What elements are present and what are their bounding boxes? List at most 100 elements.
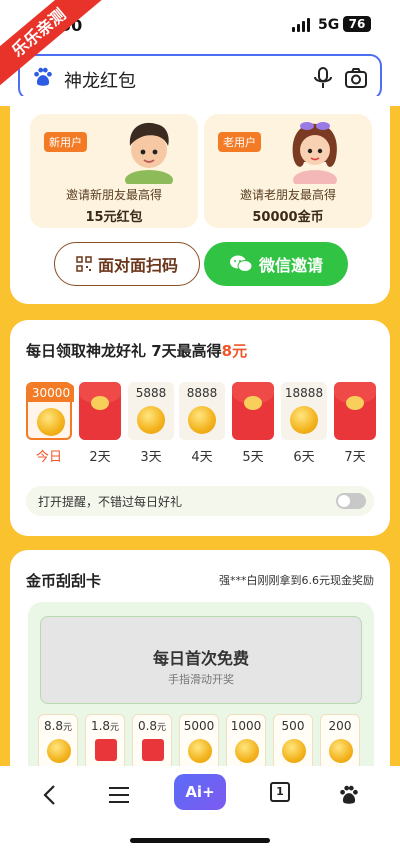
prize-list: 8.8元 1.8元 0.8元 5000 1000 500 200 [38,714,368,774]
day-tile[interactable]: 30000 今日 [26,382,74,472]
boy-avatar-image [125,122,173,184]
day-label: 3天 [140,450,162,465]
network-label: 5G [318,17,340,33]
gold-coin-icon [282,739,306,763]
red-envelope-icon [334,382,376,440]
day-tile[interactable]: 2天 [77,382,123,472]
old-user-desc: 邀请老朋友最高得 [239,188,336,202]
scratch-card-section: 金币刮刮卡 强***白刚刚拿到6.6元现金奖励 每日首次免费 手指滑动开奖 8.… [10,550,390,790]
day-label: 4天 [191,450,213,465]
daily-gift-highlight: 8元 [221,342,248,360]
day-tile[interactable]: 5天 [230,382,276,472]
prize-item: 5000 [179,714,219,770]
bottom-toolbar: Ai+ 1 [0,766,400,850]
scratch-card-title: 每日首次免费 [152,649,249,668]
prize-amount: 500 [281,719,305,733]
scan-button-label: 面对面扫码 [97,256,178,275]
day-label: 6天 [293,450,315,465]
winner-notice: 强***白刚刚拿到6.6元现金奖励 [219,574,374,587]
new-user-desc: 邀请新朋友最高得 [65,188,162,202]
gold-coin-icon [235,739,259,763]
day-tile[interactable]: 7天 [332,382,378,472]
battery-icon: 76 [343,16,371,32]
ai-assistant-button[interactable]: Ai+ [174,774,226,810]
baidu-paw-icon [34,67,52,86]
prize-amount: 1.8 [90,719,111,733]
day-label: 今日 [35,450,62,465]
prize-item: 0.8元 [132,714,172,770]
day-tile[interactable]: 5888 3天 [128,382,174,472]
prize-value: 8.8元 [39,719,77,733]
microphone-icon[interactable] [312,66,334,90]
gold-coin-icon [37,408,65,436]
wechat-icon [229,255,253,272]
face-to-face-scan-button[interactable]: 面对面扫码 [54,242,200,286]
old-user-card[interactable]: 老用户 邀请老朋友最高得 50000金币 [204,114,372,228]
daily-gift-title: 每日领取神龙好礼 7天最高得8元 [26,342,248,360]
wechat-button-label: 微信邀请 [258,256,323,275]
day-box: 8888 [179,382,225,440]
chevron-left-icon [43,785,55,805]
day-label: 5天 [242,450,264,465]
menu-button[interactable] [104,780,134,810]
camera-icon[interactable] [344,66,368,90]
prize-unit: 元 [63,723,73,733]
scratch-card-hint: 手指滑动开奖 [168,673,234,686]
prize-value: 1.8元 [86,719,124,733]
prize-amount: 1000 [230,719,262,733]
gold-coin-icon [188,739,212,763]
red-envelope-icon [79,382,121,440]
reminder-label: 打开提醒，不错过每日好礼 [38,495,183,509]
day-label: 2天 [89,450,111,465]
prize-unit: 元 [157,723,167,733]
search-query: 神龙红包 [64,71,136,92]
back-button[interactable] [34,780,64,810]
daily-gift-card: 每日领取神龙好礼 7天最高得8元 30000 今日 2天 5888 3天 8888 4天 5天… [10,320,390,536]
menu-icon [109,787,129,803]
prize-amount: 5000 [183,719,215,733]
day-amount: 5888 [135,386,167,400]
baidu-home-button[interactable] [334,780,364,810]
reminder-toggle[interactable] [336,493,366,509]
prize-amount: 200 [328,719,352,733]
day-box: 18888 [281,382,327,440]
prize-amount: 0.8 [137,719,158,733]
scratch-title: 金币刮刮卡 [26,572,102,590]
gold-coin-icon [47,739,71,763]
new-user-card[interactable]: 新用户 邀请新朋友最高得 15元红包 [30,114,198,228]
old-user-tag: 老用户 [218,132,261,152]
gold-coin-icon [290,406,318,434]
wechat-invite-button[interactable]: 微信邀请 [204,242,348,286]
red-envelope-icon [232,382,274,440]
gold-coin-icon [188,406,216,434]
gold-coin-icon [137,406,165,434]
day-label: 7天 [344,450,366,465]
prize-unit: 元 [110,723,120,733]
girl-avatar-image [292,122,337,184]
tabs-button[interactable]: 1 [270,782,290,802]
prize-item: 200 [320,714,360,770]
day-amount: 18888 [284,386,324,400]
prize-item: 1000 [226,714,266,770]
new-user-tag: 新用户 [44,132,87,152]
scratch-area[interactable]: 每日首次免费 手指滑动开奖 [40,616,362,704]
day-amount: 30000 [28,384,74,402]
qr-code-icon [76,256,92,272]
prize-value: 0.8元 [133,719,171,733]
baidu-paw-icon [340,785,358,804]
day-box: 5888 [128,382,174,440]
prize-item: 1.8元 [85,714,125,770]
day-tile[interactable]: 18888 6天 [281,382,327,472]
red-envelope-icon [95,739,117,761]
prize-value: 500 [274,719,312,733]
reminder-row: 打开提醒，不错过每日好礼 [26,486,374,516]
signal-icon [292,18,310,32]
prize-item: 500 [273,714,313,770]
old-user-reward: 50000金币 [252,210,324,225]
home-indicator [130,838,270,843]
search-input[interactable]: 神龙红包 [18,54,382,100]
day-tile[interactable]: 8888 4天 [179,382,225,472]
day-box: 30000 [26,382,74,440]
prize-value: 5000 [180,719,218,733]
daily-gift-days: 30000 今日 2天 5888 3天 8888 4天 5天 18888 6天 7天 [26,382,382,472]
